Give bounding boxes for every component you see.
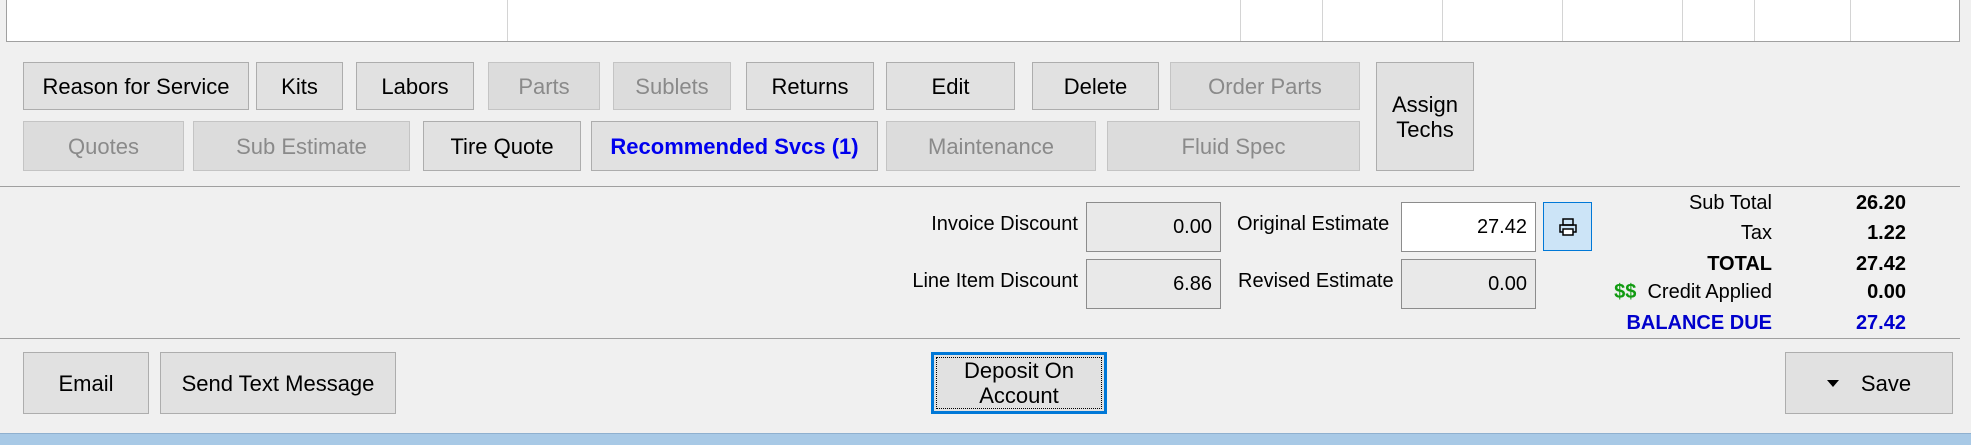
order-parts-button[interactable]: Order Parts (1170, 62, 1360, 110)
sublets-button[interactable]: Sublets (613, 62, 731, 110)
grid-column-divider (1562, 0, 1563, 41)
email-button[interactable]: Email (23, 352, 149, 414)
section-divider (0, 186, 1960, 187)
original-estimate-label: Original Estimate (1237, 213, 1390, 235)
section-divider (0, 338, 1960, 339)
edit-button[interactable]: Edit (886, 62, 1015, 110)
grid-column-divider (1240, 0, 1241, 41)
total-label: TOTAL (1707, 253, 1772, 275)
save-button[interactable]: Save (1785, 352, 1953, 414)
items-grid[interactable] (6, 0, 1960, 42)
tax-value: 1.22 (1867, 222, 1906, 244)
recommended-services-button[interactable]: Recommended Svcs (1) (591, 121, 878, 171)
assign-techs-button[interactable]: Assign Techs (1376, 62, 1474, 171)
credit-applied-value: 0.00 (1867, 281, 1906, 303)
revised-estimate-label: Revised Estimate (1238, 270, 1394, 292)
status-bar (0, 433, 1971, 445)
reason-for-service-button[interactable]: Reason for Service (23, 62, 249, 110)
line-item-discount-label: Line Item Discount (912, 270, 1078, 292)
fluid-spec-button[interactable]: Fluid Spec (1107, 121, 1360, 171)
send-text-message-button[interactable]: Send Text Message (160, 352, 396, 414)
quotes-button[interactable]: Quotes (23, 121, 184, 171)
delete-button[interactable]: Delete (1032, 62, 1159, 110)
credit-applied-label: $$ Credit Applied (1600, 281, 1772, 304)
save-label: Save (1860, 370, 1912, 396)
sub-total-label: Sub Total (1688, 192, 1772, 214)
grid-column-divider (1322, 0, 1323, 41)
total-value: 27.42 (1855, 253, 1906, 275)
line-item-discount-field[interactable]: 6.86 (1086, 259, 1221, 309)
credit-applied-text: Credit Applied (1647, 281, 1772, 303)
maintenance-button[interactable]: Maintenance (886, 121, 1096, 171)
grid-column-divider (1682, 0, 1683, 41)
tax-label: Tax (1740, 222, 1772, 244)
grid-column-divider (1850, 0, 1851, 41)
parts-button[interactable]: Parts (488, 62, 600, 110)
dropdown-caret-icon[interactable] (1826, 379, 1839, 387)
grid-column-divider (1754, 0, 1755, 41)
invoice-discount-field[interactable]: 0.00 (1086, 202, 1221, 252)
sub-total-value: 26.20 (1855, 192, 1906, 214)
balance-due-label: BALANCE DUE (1626, 312, 1772, 334)
deposit-on-account-button[interactable]: Deposit On Account (931, 352, 1107, 414)
balance-due-value: 27.42 (1855, 312, 1906, 334)
kits-button[interactable]: Kits (256, 62, 343, 110)
tire-quote-button[interactable]: Tire Quote (423, 121, 581, 171)
revised-estimate-field[interactable]: 0.00 (1401, 259, 1536, 309)
labors-button[interactable]: Labors (356, 62, 474, 110)
print-icon (1558, 217, 1577, 236)
credit-dollar-icon: $$ (1614, 281, 1637, 303)
grid-column-divider (507, 0, 508, 41)
sub-estimate-button[interactable]: Sub Estimate (193, 121, 410, 171)
original-estimate-field[interactable]: 27.42 (1401, 202, 1536, 252)
returns-button[interactable]: Returns (746, 62, 874, 110)
grid-column-divider (1442, 0, 1443, 41)
invoice-discount-label: Invoice Discount (931, 213, 1078, 235)
print-estimate-button[interactable] (1543, 202, 1592, 251)
